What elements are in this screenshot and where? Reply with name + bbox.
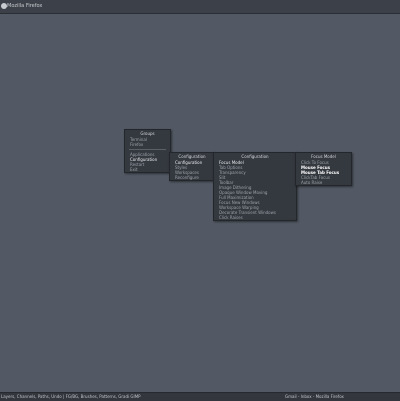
menu-item-auto-raise[interactable]: Auto Raise bbox=[296, 180, 351, 185]
configuration-menu-header: Configuration bbox=[178, 154, 206, 159]
desktop[interactable] bbox=[0, 14, 400, 392]
focus-model-menu: Focus Model Click To Focus Mouse Focus M… bbox=[295, 152, 352, 186]
window-titlebar: Mozilla Firefox bbox=[0, 0, 400, 14]
root-menu: Groups Terminal Firefox Applications Con… bbox=[124, 129, 171, 173]
window-title: Mozilla Firefox bbox=[7, 3, 43, 9]
menu-item-reconfigure[interactable]: Reconfigure bbox=[170, 175, 214, 180]
menu-item-exit[interactable]: Exit bbox=[125, 167, 170, 172]
configuration-menu: Configuration Configuration Styles Works… bbox=[169, 152, 215, 181]
configuration-options-menu: Configuration Focus Model Tab Options Tr… bbox=[213, 152, 297, 221]
menu-item-click-raises[interactable]: Click Raises bbox=[214, 215, 296, 220]
focus-model-header: Focus Model bbox=[311, 154, 336, 159]
root-menu-header: Groups bbox=[140, 131, 155, 136]
menu-separator bbox=[129, 149, 166, 150]
configuration-options-header: Configuration bbox=[241, 154, 269, 159]
menu-item-firefox[interactable]: Firefox bbox=[125, 142, 170, 147]
